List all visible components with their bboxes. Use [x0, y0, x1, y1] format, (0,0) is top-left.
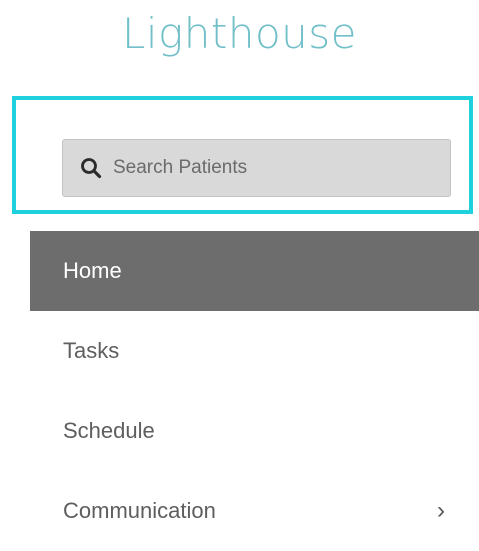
search-icon	[81, 158, 102, 179]
nav-item-communication[interactable]: Communication ›	[30, 471, 479, 551]
nav-item-label: Tasks	[63, 338, 120, 363]
search-input[interactable]	[113, 157, 413, 179]
nav-item-tasks[interactable]: Tasks	[30, 311, 479, 391]
nav-item-label: Communication	[63, 498, 216, 523]
nav-item-label: Schedule	[63, 418, 155, 443]
nav-item-home[interactable]: Home	[30, 231, 479, 311]
chevron-right-icon[interactable]: ›	[437, 497, 445, 525]
search-box[interactable]	[62, 139, 451, 197]
app-logo: Lighthouse	[121, 9, 357, 58]
main-nav: Home Tasks Schedule Communication ›	[30, 231, 479, 551]
nav-item-label: Home	[63, 258, 122, 283]
nav-item-schedule[interactable]: Schedule	[30, 391, 479, 471]
